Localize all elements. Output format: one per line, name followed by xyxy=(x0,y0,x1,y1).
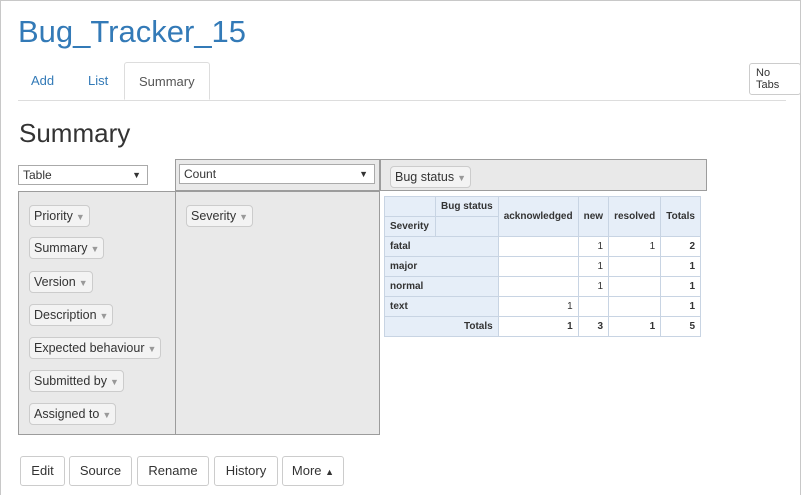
attr-label: Description xyxy=(34,308,97,322)
chevron-down-icon: ▼ xyxy=(359,169,368,179)
pivot-col-axis-label: Bug status xyxy=(435,196,499,217)
tab-summary[interactable]: Summary xyxy=(124,62,210,100)
table-row: major 1 1 xyxy=(384,256,701,277)
pivot-col-header: new xyxy=(577,196,610,237)
table-cell xyxy=(497,276,579,297)
grand-total: 5 xyxy=(660,316,701,337)
table-cell xyxy=(608,256,662,277)
source-button[interactable]: Source xyxy=(69,456,132,486)
table-cell xyxy=(497,256,579,277)
triangle-down-icon[interactable]: ▼ xyxy=(100,311,109,321)
table-cell: 1 xyxy=(577,276,610,297)
attr-label: Priority xyxy=(34,209,73,223)
attr-submitted-by[interactable]: Submitted by ▼ xyxy=(29,370,124,392)
attr-label: Version xyxy=(34,275,76,289)
edit-button[interactable]: Edit xyxy=(20,456,65,486)
table-cell: 1 xyxy=(577,236,610,257)
col-attr-label: Bug status xyxy=(395,170,455,184)
triangle-down-icon[interactable]: ▼ xyxy=(239,212,248,222)
tab-add[interactable]: Add xyxy=(31,62,54,100)
row-attr-severity[interactable]: Severity ▼ xyxy=(186,205,254,227)
table-row: normal 1 1 xyxy=(384,276,701,297)
tab-bar: Add List Summary xyxy=(18,62,786,101)
aggregator-select[interactable]: Count ▼ xyxy=(179,164,375,184)
pivot-col-header: Totals xyxy=(660,196,701,237)
pivot-header-spacer xyxy=(435,216,499,237)
table-row: fatal 1 1 2 xyxy=(384,236,701,257)
table-cell: 1 xyxy=(577,256,610,277)
pivot-col-header: resolved xyxy=(608,196,662,237)
totals-label: Totals xyxy=(384,316,499,337)
table-cell xyxy=(497,236,579,257)
pivot-col-header: acknowledged xyxy=(497,196,579,237)
app-title[interactable]: Bug_Tracker_15 xyxy=(18,14,246,50)
triangle-down-icon[interactable]: ▼ xyxy=(102,410,111,420)
row-total: 1 xyxy=(660,296,701,317)
section-title: Summary xyxy=(19,118,131,148)
attr-expected-behaviour[interactable]: Expected behaviour ▼ xyxy=(29,337,162,359)
totals-row: Totals 1 3 1 5 xyxy=(384,316,701,337)
table-cell: 1 xyxy=(608,236,662,257)
row-label: fatal xyxy=(384,236,499,257)
attr-assigned-to[interactable]: Assigned to ▼ xyxy=(29,403,117,425)
attr-label: Expected behaviour xyxy=(34,341,145,355)
row-attrs-panel xyxy=(175,191,380,435)
renderer-select[interactable]: Table ▼ xyxy=(18,165,148,185)
col-total: 1 xyxy=(497,316,579,337)
triangle-down-icon[interactable]: ▼ xyxy=(79,278,88,288)
attr-summary[interactable]: Summary ▼ xyxy=(29,237,105,259)
rename-button[interactable]: Rename xyxy=(137,456,209,486)
table-cell xyxy=(608,296,662,317)
renderer-select-value: Table xyxy=(23,168,52,182)
row-label: text xyxy=(384,296,499,317)
history-button[interactable]: History xyxy=(214,456,278,486)
triangle-down-icon[interactable]: ▼ xyxy=(76,212,85,222)
more-button[interactable]: More ▲ xyxy=(282,456,344,486)
pivot-corner xyxy=(384,196,436,217)
table-cell xyxy=(577,296,610,317)
triangle-down-icon[interactable]: ▼ xyxy=(148,344,157,354)
pivot-table: Bug status acknowledged new resolved Tot… xyxy=(384,196,701,337)
col-attr-bug-status[interactable]: Bug status ▼ xyxy=(390,166,471,188)
row-total: 2 xyxy=(660,236,701,257)
triangle-up-icon: ▲ xyxy=(325,467,335,477)
triangle-down-icon[interactable]: ▼ xyxy=(110,377,119,387)
row-total: 1 xyxy=(660,256,701,277)
table-row: text 1 1 xyxy=(384,296,701,317)
row-total: 1 xyxy=(660,276,701,297)
attr-label: Summary xyxy=(34,241,88,255)
col-total: 3 xyxy=(577,316,610,337)
pivot-row-axis-label: Severity xyxy=(384,216,436,237)
table-cell: 1 xyxy=(497,296,579,317)
row-label: normal xyxy=(384,276,499,297)
attr-version[interactable]: Version ▼ xyxy=(29,271,93,293)
row-label: major xyxy=(384,256,499,277)
aggregator-select-value: Count xyxy=(184,167,217,181)
row-attr-label: Severity xyxy=(191,209,237,223)
attr-description[interactable]: Description ▼ xyxy=(29,304,114,326)
attr-label: Submitted by xyxy=(34,374,107,388)
tab-list[interactable]: List xyxy=(88,62,108,100)
table-cell xyxy=(608,276,662,297)
chevron-down-icon: ▼ xyxy=(132,170,141,180)
col-total: 1 xyxy=(608,316,662,337)
attr-label: Assigned to xyxy=(34,407,100,421)
no-tabs-button[interactable]: No Tabs xyxy=(749,63,801,95)
more-label: More xyxy=(291,463,322,478)
triangle-down-icon[interactable]: ▼ xyxy=(457,173,466,183)
triangle-down-icon[interactable]: ▼ xyxy=(90,244,99,254)
attr-priority[interactable]: Priority ▼ xyxy=(29,205,90,227)
